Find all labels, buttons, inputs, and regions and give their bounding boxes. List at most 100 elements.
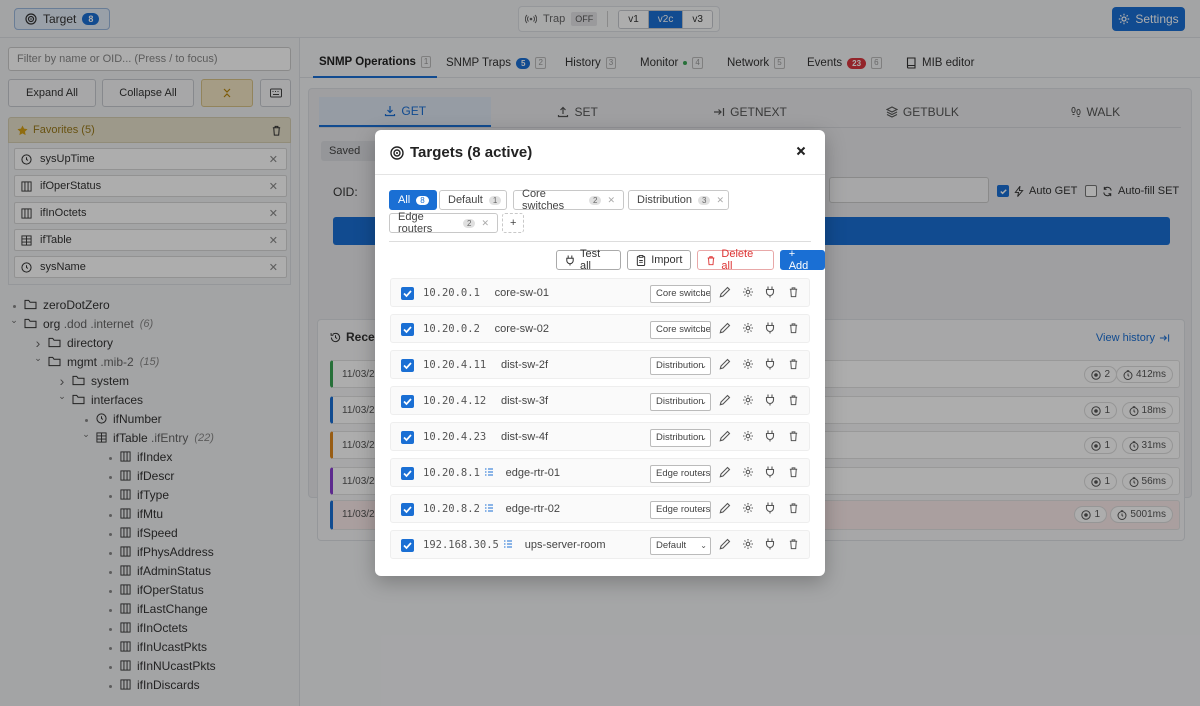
group-tab-count: 2 [463, 218, 476, 228]
chevron-down-icon: ⌄ [700, 325, 707, 334]
group-tab[interactable]: Distribution 3 ✕ [628, 190, 729, 210]
close-icon[interactable] [793, 143, 809, 159]
target-checkbox[interactable] [401, 467, 414, 480]
trash-icon [706, 255, 716, 266]
target-row[interactable]: 10.20.0.2 core-sw-02 Core switches ⌄ [390, 314, 810, 343]
target-group-select[interactable]: Core switches ⌄ [650, 285, 711, 303]
gear-icon[interactable] [742, 286, 754, 298]
plug-icon[interactable] [765, 538, 775, 550]
chevron-down-icon: ⌄ [700, 469, 707, 478]
target-name: ups-server-room [524, 539, 606, 551]
add-target-button[interactable]: + Add [779, 248, 825, 272]
group-filter-tabs: All 8 Default 1 Core switches 2 ✕ Distribution 3… [389, 188, 811, 242]
gear-icon[interactable] [742, 502, 754, 514]
trash-icon[interactable] [788, 322, 799, 334]
target-name: dist-sw-2f [501, 359, 549, 371]
pencil-icon[interactable] [719, 430, 731, 442]
target-ip: 10.20.0.1 [423, 287, 480, 299]
target-row[interactable]: 10.20.4.23 dist-sw-4f Distribution ⌄ [390, 422, 810, 451]
target-row[interactable]: 10.20.8.1 edge-rtr-01 Edge routers ⌄ [390, 458, 810, 487]
target-row[interactable]: 10.20.0.1 core-sw-01 Core switches ⌄ [390, 278, 810, 307]
trash-icon[interactable] [788, 286, 799, 298]
pencil-icon[interactable] [719, 538, 731, 550]
gear-icon[interactable] [742, 394, 754, 406]
gear-icon[interactable] [742, 322, 754, 334]
trash-icon[interactable] [788, 394, 799, 406]
target-group-select[interactable]: Distribution ⌄ [650, 357, 711, 375]
remove-group-icon[interactable]: ✕ [481, 218, 489, 229]
targets-modal: Targets (8 active) All 8 Default 1 Core swit… [375, 130, 825, 576]
group-tab-count: 8 [416, 195, 429, 205]
plug-icon[interactable] [765, 286, 775, 298]
delete-all-label: Delete all [721, 248, 754, 272]
target-group-select[interactable]: Distribution ⌄ [650, 393, 711, 411]
test-all-button[interactable]: Test all [556, 248, 622, 272]
target-group-select[interactable]: Default ⌄ [650, 537, 711, 555]
group-tab[interactable]: Core switches 2 ✕ [513, 188, 624, 212]
add-group-button[interactable]: + [502, 213, 525, 233]
target-ip: 10.20.8.1 [423, 467, 480, 479]
import-button[interactable]: Import [627, 250, 692, 270]
target-ip: 192.168.30.5 [423, 539, 499, 551]
target-row[interactable]: 10.20.8.2 edge-rtr-02 Edge routers ⌄ [390, 494, 810, 523]
target-checkbox[interactable] [401, 323, 414, 336]
pencil-icon[interactable] [719, 466, 731, 478]
target-group-select[interactable]: Core switches ⌄ [650, 321, 711, 339]
target-row[interactable]: 10.20.4.12 dist-sw-3f Distribution ⌄ [390, 386, 810, 415]
pencil-icon[interactable] [719, 394, 731, 406]
target-checkbox[interactable] [401, 539, 414, 552]
chevron-down-icon: ⌄ [700, 397, 707, 406]
delete-all-button[interactable]: Delete all [697, 248, 774, 272]
list-icon [484, 504, 493, 512]
pencil-icon[interactable] [719, 322, 731, 334]
target-name: core-sw-01 [494, 287, 549, 299]
gear-icon[interactable] [742, 358, 754, 370]
remove-group-icon[interactable]: ✕ [716, 195, 724, 206]
target-checkbox[interactable] [401, 359, 414, 372]
target-name: dist-sw-4f [501, 431, 549, 443]
group-tab-label: Edge routers [398, 211, 433, 235]
target-name: dist-sw-3f [501, 395, 549, 407]
clipboard-icon [636, 254, 646, 266]
trash-icon[interactable] [788, 358, 799, 370]
target-ip: 10.20.4.23 [423, 431, 487, 443]
trash-icon[interactable] [788, 430, 799, 442]
target-checkbox[interactable] [401, 287, 414, 300]
target-checkbox[interactable] [401, 503, 414, 516]
import-label: Import [651, 254, 683, 266]
group-tab[interactable]: Default 1 [439, 190, 507, 210]
target-row[interactable]: 192.168.30.5 ups-server-room Default ⌄ [390, 530, 810, 559]
target-checkbox[interactable] [401, 395, 414, 408]
trash-icon[interactable] [788, 466, 799, 478]
chevron-down-icon: ⌄ [700, 505, 707, 514]
plug-icon[interactable] [765, 322, 775, 334]
pencil-icon[interactable] [719, 358, 731, 370]
gear-icon[interactable] [742, 466, 754, 478]
plug-icon[interactable] [765, 466, 775, 478]
target-group-select[interactable]: Edge routers ⌄ [650, 501, 711, 519]
target-row[interactable]: 10.20.4.11 dist-sw-2f Distribution ⌄ [390, 350, 810, 379]
pencil-icon[interactable] [719, 286, 731, 298]
pencil-icon[interactable] [719, 502, 731, 514]
gear-icon[interactable] [742, 538, 754, 550]
plug-icon[interactable] [765, 358, 775, 370]
target-name: core-sw-02 [494, 323, 549, 335]
group-tab-count: 2 [589, 195, 602, 205]
trash-icon[interactable] [788, 538, 799, 550]
plug-icon[interactable] [765, 502, 775, 514]
group-tab-label: Default [448, 194, 483, 206]
remove-group-icon[interactable]: ✕ [607, 195, 615, 206]
group-tab[interactable]: Edge routers 2 ✕ [389, 211, 498, 235]
modal-header: Targets (8 active) [375, 130, 825, 175]
modal-title: Targets (8 active) [410, 144, 533, 161]
gear-icon[interactable] [742, 430, 754, 442]
plug-icon[interactable] [765, 394, 775, 406]
plug-icon[interactable] [765, 430, 775, 442]
target-checkbox[interactable] [401, 431, 414, 444]
target-group-select[interactable]: Distribution ⌄ [650, 429, 711, 447]
target-group-select[interactable]: Edge routers ⌄ [650, 465, 711, 483]
target-group-value: Distribution [656, 432, 704, 443]
trash-icon[interactable] [788, 502, 799, 514]
target-ip: 10.20.4.11 [423, 359, 487, 371]
group-tab[interactable]: All 8 [389, 190, 437, 210]
